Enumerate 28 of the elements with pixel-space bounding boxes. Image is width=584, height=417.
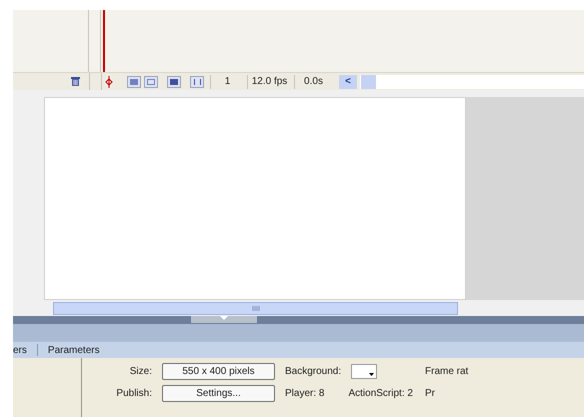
edit-frames-icon[interactable] bbox=[167, 76, 181, 88]
playhead-marker-icon[interactable] bbox=[105, 76, 113, 88]
profile-label: Pr bbox=[425, 386, 436, 400]
size-button[interactable]: 550 x 400 pixels bbox=[162, 362, 275, 380]
scrollbar-thumb[interactable] bbox=[360, 74, 376, 88]
color-swatch[interactable] bbox=[351, 364, 378, 378]
frame-rate: 12.0 fps bbox=[247, 74, 291, 88]
actionscript-version: ActionScript: 2 bbox=[348, 386, 413, 400]
size-label: Size: bbox=[128, 364, 152, 378]
scroll-left-button[interactable]: < bbox=[339, 74, 357, 88]
onion-markers-icon[interactable] bbox=[190, 76, 204, 88]
collapse-handle[interactable] bbox=[190, 316, 256, 323]
panel-tab[interactable]: ers bbox=[13, 342, 27, 358]
frame-rate-label: Frame rat bbox=[425, 364, 470, 378]
trash-icon[interactable] bbox=[70, 76, 81, 87]
onion-skin-icon[interactable] bbox=[127, 76, 141, 88]
horizontal-scrollbar[interactable] bbox=[53, 302, 458, 314]
playhead-line bbox=[103, 10, 105, 72]
publish-label: Publish: bbox=[115, 386, 152, 400]
onion-outline-icon[interactable] bbox=[144, 76, 158, 88]
frame-number: 1 bbox=[210, 74, 244, 88]
background-label: Background: bbox=[285, 364, 342, 378]
panel-tab[interactable]: Parameters bbox=[48, 342, 100, 358]
player-version: Player: 8 bbox=[285, 386, 324, 400]
elapsed-time: 0.0s bbox=[294, 74, 332, 88]
caret-icon bbox=[369, 372, 374, 376]
grip-icon bbox=[252, 306, 260, 310]
settings-button[interactable]: Settings... bbox=[162, 384, 275, 402]
